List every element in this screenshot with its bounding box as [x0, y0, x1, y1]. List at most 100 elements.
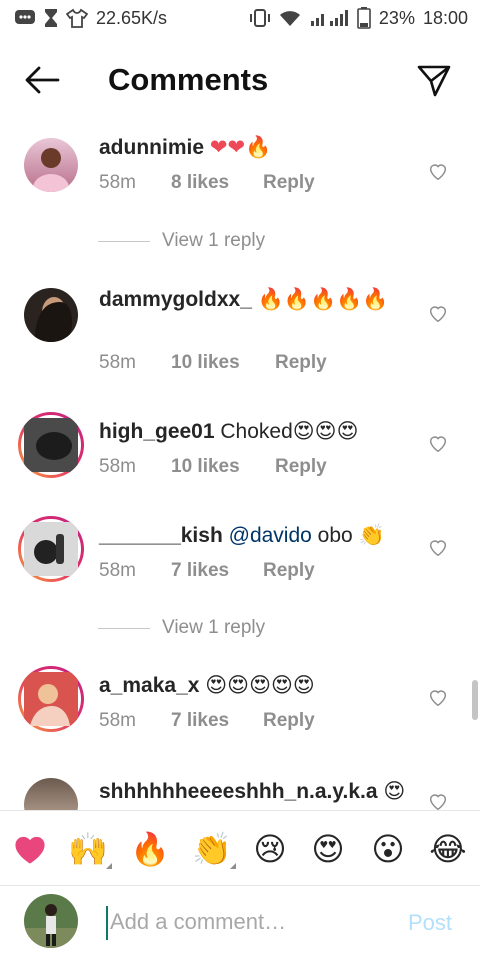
reply-button[interactable]: Reply: [263, 560, 315, 582]
comment-meta: 58m 7 likes Reply: [99, 710, 315, 732]
comment-username[interactable]: shhhhhheeeeshhh_n.a.y.k.a: [99, 780, 378, 803]
comment-text: adunnimie ❤❤🔥: [99, 132, 409, 163]
avatar: [21, 669, 81, 729]
vibrate-icon: [249, 8, 271, 28]
text-cursor: [106, 906, 108, 940]
comment-likes[interactable]: 8 likes: [171, 172, 263, 194]
comment-emoji: 😍😍😍😍😍: [205, 673, 315, 697]
comment-username[interactable]: a_maka_x: [99, 674, 199, 697]
avatar: [21, 519, 81, 579]
view-replies-button[interactable]: View 1 reply: [98, 617, 265, 639]
emoji-laugh-button[interactable]: 😂: [426, 827, 470, 871]
comment-likes[interactable]: 7 likes: [171, 560, 263, 582]
reply-button[interactable]: Reply: [263, 172, 315, 194]
scrollbar[interactable]: [472, 680, 478, 720]
like-heart-icon[interactable]: [427, 536, 449, 558]
comment-likes[interactable]: 7 likes: [171, 710, 263, 732]
comment-username[interactable]: dammygoldxx_: [99, 288, 252, 311]
emoji-heart-button[interactable]: [8, 827, 52, 871]
clock: 18:00: [422, 7, 468, 28]
comment-emoji: ❤❤🔥: [209, 135, 272, 159]
like-heart-icon[interactable]: [427, 790, 449, 810]
avatar-story-ring[interactable]: [18, 516, 84, 582]
comment-username[interactable]: high_gee01: [99, 420, 215, 443]
like-heart-icon[interactable]: [427, 160, 449, 182]
comment-input[interactable]: [110, 904, 390, 940]
comment-time: 58m: [99, 710, 136, 731]
comment-meta: 58m 10 likes Reply: [99, 456, 327, 478]
shirt-icon: [66, 8, 88, 28]
comment-time: 58m: [99, 172, 136, 193]
divider-line: [98, 627, 150, 629]
avatar[interactable]: [24, 138, 78, 192]
reply-button[interactable]: Reply: [263, 710, 315, 732]
header: Comments: [0, 44, 480, 116]
comment-body: obo: [317, 524, 353, 547]
comment-username[interactable]: adunnimie: [99, 136, 204, 159]
reply-button[interactable]: Reply: [275, 456, 327, 478]
avatar[interactable]: [24, 778, 78, 810]
share-button[interactable]: [416, 62, 452, 98]
comment-meta: 58m 10 likes Reply: [99, 352, 327, 374]
comment-likes[interactable]: 10 likes: [171, 456, 275, 478]
comment-emoji: 👏: [358, 523, 385, 547]
quick-emoji-bar: 🙌 🔥 👏 😢 😍 😮 😂: [0, 810, 480, 886]
comment-time: 58m: [99, 456, 136, 477]
like-heart-icon[interactable]: [427, 302, 449, 324]
battery-level: 23%: [378, 7, 415, 28]
avatar: [21, 415, 81, 475]
battery-icon: [357, 7, 371, 29]
comment-text: high_gee01 Choked😍😍😍: [99, 416, 409, 447]
fire-emoji-icon: 🔥: [130, 830, 170, 868]
chat-icon: [14, 9, 36, 27]
avatar-story-ring[interactable]: [18, 412, 84, 478]
variant-indicator: [230, 863, 236, 869]
arrow-left-icon: [25, 66, 60, 94]
avatar[interactable]: [24, 288, 78, 342]
back-button[interactable]: [24, 62, 60, 98]
comment-mention-link[interactable]: @davido: [229, 524, 312, 547]
view-replies-button[interactable]: View 1 reply: [98, 230, 265, 252]
comment-time: 58m: [99, 352, 136, 373]
my-avatar: [24, 894, 78, 948]
comment-body: Choked: [220, 420, 293, 443]
emoji-heart-eyes-button[interactable]: 😍: [306, 827, 350, 871]
laugh-emoji-icon: 😂: [429, 830, 467, 868]
reply-button[interactable]: Reply: [275, 352, 327, 374]
hourglass-icon: [44, 8, 58, 28]
variant-indicator: [106, 863, 112, 869]
comment-composer: Post: [0, 886, 480, 960]
page-title: Comments: [108, 62, 269, 97]
comment-emoji: 🔥🔥🔥🔥🔥: [257, 287, 389, 311]
comment-emoji: 😍😍😍: [292, 419, 359, 443]
raised-hands-emoji-icon: 🙌: [68, 830, 108, 868]
comment-username[interactable]: _______kish: [99, 524, 223, 547]
view-replies-label: View 1 reply: [162, 617, 266, 638]
avatar-story-ring[interactable]: [18, 666, 84, 732]
network-speed: 22.65K/s: [96, 7, 168, 28]
comment-text: _______kish @davido obo 👏: [99, 520, 409, 551]
comment-list[interactable]: adunnimie ❤❤🔥 58m 8 likes Reply View 1 r…: [0, 120, 480, 810]
like-heart-icon[interactable]: [427, 432, 449, 454]
comment-text: dammygoldxx_ 🔥🔥🔥🔥🔥: [99, 284, 409, 315]
like-heart-icon[interactable]: [427, 686, 449, 708]
comment-meta: 58m 8 likes Reply: [99, 172, 315, 194]
sad-emoji-icon: 😢: [253, 830, 287, 868]
comment-text: shhhhhheeeeshhh_n.a.y.k.a 😍😍😍: [99, 776, 419, 810]
divider-line: [98, 240, 150, 242]
emoji-clap-button[interactable]: 👏: [190, 827, 236, 871]
emoji-sad-button[interactable]: 😢: [248, 827, 292, 871]
clap-emoji-icon: 👏: [192, 830, 232, 868]
emoji-raised-hands-button[interactable]: 🙌: [66, 827, 112, 871]
emoji-surprised-button[interactable]: 😮: [366, 827, 410, 871]
comment-likes[interactable]: 10 likes: [171, 352, 275, 374]
heart-emoji-icon: [15, 836, 45, 864]
view-replies-label: View 1 reply: [162, 230, 266, 251]
comment-time: 58m: [99, 560, 136, 581]
comment-meta: 58m 7 likes Reply: [99, 560, 315, 582]
post-button[interactable]: Post: [408, 910, 452, 936]
wifi-icon: [279, 9, 301, 27]
emoji-fire-button[interactable]: 🔥: [128, 827, 172, 871]
comment-text: a_maka_x 😍😍😍😍😍: [99, 670, 409, 701]
heart-eyes-emoji-icon: 😍: [311, 830, 345, 868]
